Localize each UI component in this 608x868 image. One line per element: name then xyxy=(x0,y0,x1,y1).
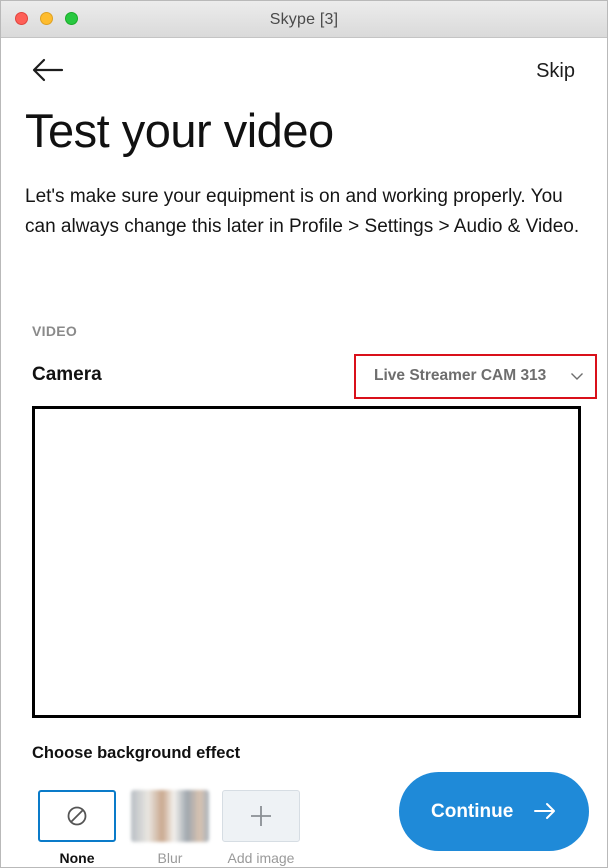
video-section-label: VIDEO xyxy=(32,323,78,339)
effect-none-label: None xyxy=(59,850,95,866)
skype-window: Skype [3] Skip Test your video Let's mak… xyxy=(0,0,608,868)
skip-button[interactable]: Skip xyxy=(536,60,575,83)
title-bar: Skype [3] xyxy=(1,1,607,38)
page-title: Test your video xyxy=(25,104,334,157)
blur-thumbnail xyxy=(131,790,209,842)
arrow-left-icon xyxy=(32,58,64,82)
continue-button[interactable]: Continue xyxy=(399,772,589,851)
plus-icon xyxy=(251,806,271,826)
effect-add-image-option[interactable] xyxy=(222,790,300,842)
background-effect-label: Choose background effect xyxy=(32,744,241,762)
arrow-right-icon xyxy=(534,803,555,819)
none-icon xyxy=(67,806,87,826)
camera-select-value: Live Streamer CAM 313 xyxy=(374,367,547,384)
effect-blur-label: Blur xyxy=(157,850,183,866)
chevron-down-icon xyxy=(571,373,583,380)
continue-label: Continue xyxy=(431,801,514,822)
effect-add-image-label: Add image xyxy=(227,850,295,866)
camera-select[interactable]: Live Streamer CAM 313 xyxy=(354,354,597,399)
video-preview xyxy=(32,406,581,718)
window-title: Skype [3] xyxy=(269,11,339,28)
effect-none-option[interactable] xyxy=(38,790,116,842)
camera-label: Camera xyxy=(32,364,102,385)
back-button[interactable] xyxy=(31,57,65,83)
effect-blur-option[interactable] xyxy=(131,790,209,842)
page-description: Let's make sure your equipment is on and… xyxy=(25,186,580,237)
